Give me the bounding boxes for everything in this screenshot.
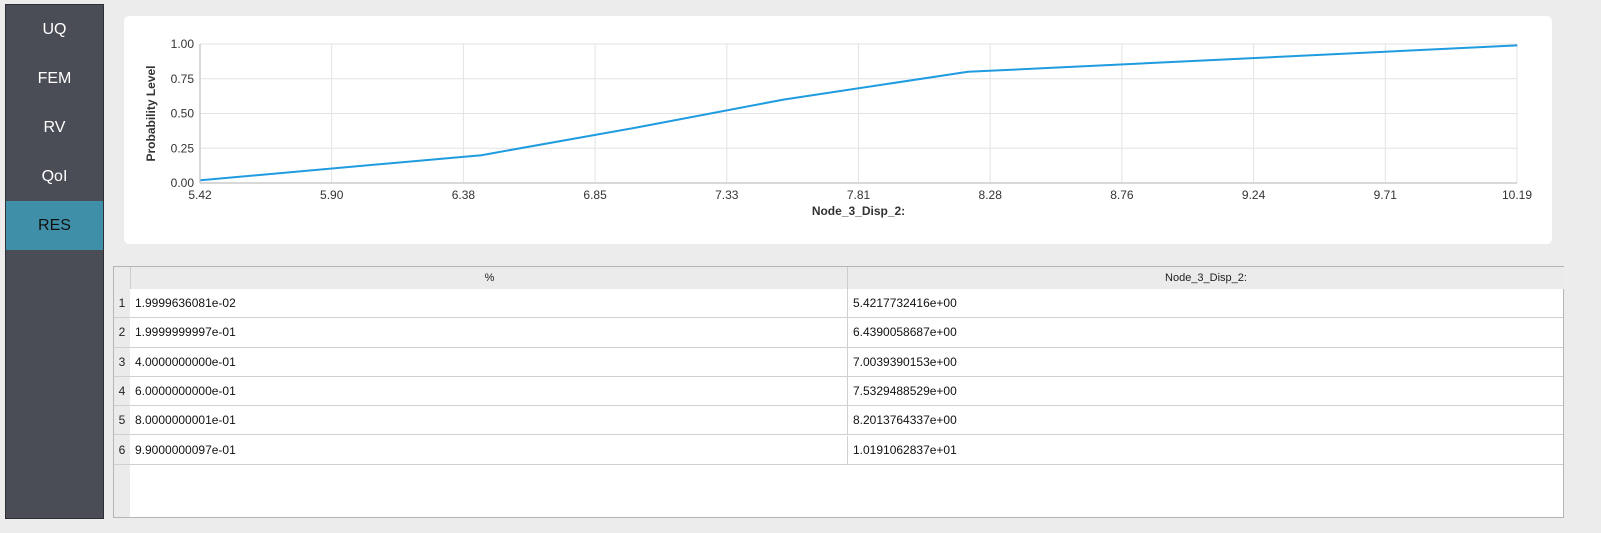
table-cell[interactable]: 8.0000000001e-01	[130, 406, 847, 436]
table-cell[interactable]: 8.2013764337e+00	[847, 406, 1563, 436]
table-cell[interactable]: 1.0191062837e+01	[847, 435, 1563, 465]
table-cell[interactable]: 6.0000000000e-01	[130, 377, 847, 407]
nav-uq[interactable]: UQ	[6, 5, 103, 54]
table-cell[interactable]: 4.0000000000e-01	[130, 348, 847, 377]
x-tick-label: 5.42	[188, 188, 212, 202]
sidebar: UQ FEM RV QoI RES	[5, 4, 104, 519]
table-cell[interactable]: 7.0039390153e+00	[847, 347, 1563, 377]
x-tick-label: 6.38	[452, 188, 476, 202]
table-cell[interactable]: 1.9999999997e-01	[130, 318, 847, 348]
x-tick-label: 9.71	[1374, 188, 1398, 202]
row-number[interactable]: 5	[114, 406, 130, 436]
column-header-node[interactable]: Node_3_Disp_2:	[847, 267, 1564, 289]
table-cell[interactable]: 9.9000000097e-01	[130, 436, 847, 465]
table-cell[interactable]: 5.4217732416e+00	[847, 289, 1563, 319]
x-tick-label: 6.85	[583, 188, 607, 202]
row-number[interactable]: 4	[114, 376, 130, 407]
nav-fem[interactable]: FEM	[6, 54, 103, 103]
nav-rv[interactable]: RV	[6, 103, 103, 152]
row-number[interactable]: 2	[114, 318, 130, 348]
row-number[interactable]: 6	[114, 435, 130, 465]
cdf-chart: 5.42 5.90 6.38 6.85 7.33 7.81 8.28 8.76 9.24 9.71…	[144, 37, 1532, 218]
y-tick-label: 0.50	[171, 107, 195, 121]
x-tick-label: 7.33	[715, 188, 739, 202]
x-tick-label: 5.90	[320, 188, 344, 202]
row-number[interactable]: 3	[114, 347, 130, 377]
y-axis-label: Probability Level	[144, 65, 158, 161]
nav-res[interactable]: RES	[6, 201, 103, 250]
chart-card: 5.42 5.90 6.38 6.85 7.33 7.81 8.28 8.76 9.24 9.71…	[124, 16, 1552, 244]
y-tick-label: 1.00	[171, 37, 195, 51]
x-tick-label: 7.81	[847, 188, 871, 202]
y-tick-label: 0.75	[171, 72, 195, 86]
x-tick-label: 10.19	[1502, 188, 1532, 202]
x-tick-label: 9.24	[1242, 188, 1266, 202]
y-tick-label: 0.25	[171, 141, 195, 155]
x-tick-label: 8.28	[979, 188, 1003, 202]
x-axis-label: Node_3_Disp_2:	[812, 204, 905, 218]
column-header-percent[interactable]: %	[130, 267, 848, 289]
y-tick-label: 0.00	[171, 176, 195, 190]
table-cell[interactable]: 1.9999636081e-02	[130, 289, 847, 319]
corner-cell	[114, 267, 130, 289]
nav-qoi[interactable]: QoI	[6, 152, 103, 201]
table-cell[interactable]: 6.4390058687e+00	[847, 318, 1563, 348]
row-number[interactable]: 1	[114, 289, 130, 319]
x-tick-label: 8.76	[1110, 188, 1134, 202]
table-cell[interactable]: 7.5329488529e+00	[847, 376, 1563, 407]
results-table: % Node_3_Disp_2: 1 1.9999636081e-02 5.421773…	[113, 266, 1564, 518]
